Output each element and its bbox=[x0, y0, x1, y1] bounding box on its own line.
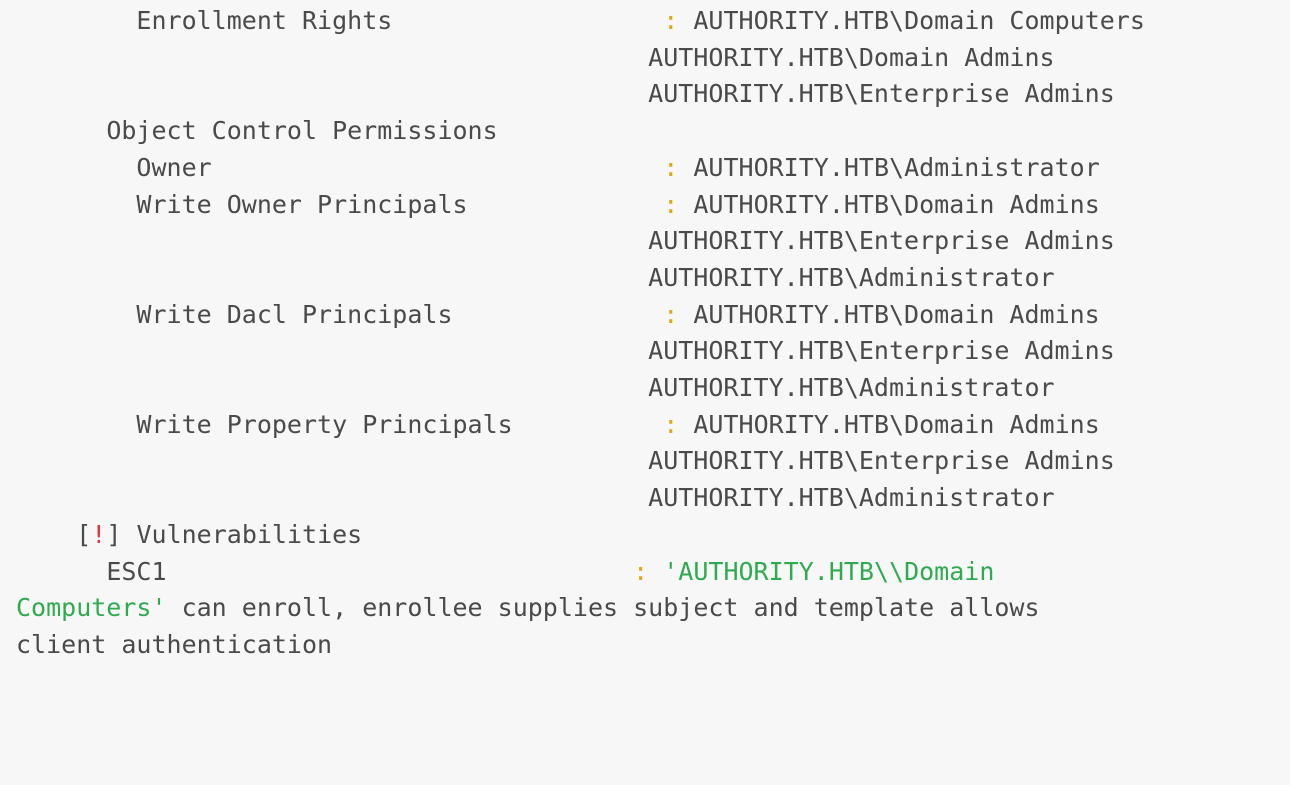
code-block: Enrollment Rights : AUTHORITY.HTB\Domain… bbox=[0, 0, 1290, 785]
separator-colon: : bbox=[663, 189, 679, 219]
field-label: Write Dacl Principals bbox=[136, 299, 453, 329]
field-value: AUTHORITY.HTB\Domain Computers bbox=[693, 6, 1145, 35]
field-value: AUTHORITY.HTB\Administrator bbox=[648, 373, 1055, 403]
field-label: ESC1 bbox=[106, 556, 167, 586]
line-write-dacl: Write Dacl Principals : AUTHORITY.HTB\Do… bbox=[16, 299, 1100, 329]
field-value: AUTHORITY.HTB\Administrator bbox=[693, 152, 1100, 182]
bracket-open: [ bbox=[76, 519, 92, 549]
field-label: Owner bbox=[136, 152, 212, 182]
field-label: Enrollment Rights bbox=[136, 6, 393, 35]
vulnerability-description: client authentication bbox=[16, 629, 333, 659]
line-continuation: AUTHORITY.HTB\Enterprise Admins bbox=[16, 336, 1115, 365]
separator-colon: : bbox=[663, 152, 679, 182]
separator-colon: : bbox=[663, 6, 679, 35]
separator-colon: : bbox=[633, 556, 649, 586]
field-label: Write Property Principals bbox=[136, 409, 513, 439]
vulnerability-string: 'AUTHORITY.HTB\\Domain bbox=[663, 556, 995, 586]
field-value: AUTHORITY.HTB\Enterprise Admins bbox=[648, 226, 1115, 256]
section-heading: Object Control Permissions bbox=[106, 116, 498, 146]
field-label: Write Owner Principals bbox=[136, 189, 468, 219]
bracket-close: ] bbox=[106, 519, 122, 549]
vulnerability-description: can enroll, enrollee supplies subject an… bbox=[181, 593, 1040, 623]
field-value: AUTHORITY.HTB\Enterprise Admins bbox=[648, 79, 1115, 109]
line-continuation: AUTHORITY.HTB\Administrator bbox=[16, 483, 1055, 513]
line-continuation: AUTHORITY.HTB\Domain Admins bbox=[16, 42, 1055, 72]
field-value: AUTHORITY.HTB\Enterprise Admins bbox=[648, 336, 1115, 366]
line-esc1: ESC1 : 'AUTHORITY.HTB\\Domain bbox=[16, 557, 994, 586]
line-write-property: Write Property Principals : AUTHORITY.HT… bbox=[16, 409, 1100, 439]
field-value: AUTHORITY.HTB\Domain Admins bbox=[693, 299, 1100, 329]
field-value: AUTHORITY.HTB\Administrator bbox=[648, 483, 1055, 513]
separator-colon: : bbox=[663, 409, 679, 439]
line-continuation: AUTHORITY.HTB\Enterprise Admins bbox=[16, 79, 1115, 108]
field-value: AUTHORITY.HTB\Enterprise Admins bbox=[648, 446, 1115, 476]
section-heading: Vulnerabilities bbox=[136, 519, 363, 549]
line-enrollment-rights: Enrollment Rights : AUTHORITY.HTB\Domain… bbox=[16, 6, 1145, 35]
line-esc1-wrap: Computers' can enroll, enrollee supplies… bbox=[16, 593, 1040, 622]
line-continuation: AUTHORITY.HTB\Administrator bbox=[16, 373, 1055, 403]
field-value: AUTHORITY.HTB\Domain Admins bbox=[693, 189, 1100, 219]
line-object-control-heading: Object Control Permissions bbox=[16, 116, 498, 146]
line-esc1-wrap: client authentication bbox=[16, 630, 332, 659]
field-value: AUTHORITY.HTB\Domain Admins bbox=[648, 42, 1055, 72]
line-owner: Owner : AUTHORITY.HTB\Administrator bbox=[16, 152, 1100, 182]
vulnerability-string: Computers' bbox=[16, 593, 167, 623]
line-vulnerabilities-heading: [!] Vulnerabilities bbox=[16, 520, 362, 549]
separator-colon: : bbox=[663, 299, 679, 329]
certipy-output: Enrollment Rights : AUTHORITY.HTB\Domain… bbox=[16, 3, 1290, 664]
line-continuation: AUTHORITY.HTB\Enterprise Admins bbox=[16, 226, 1115, 255]
line-continuation: AUTHORITY.HTB\Administrator bbox=[16, 262, 1055, 292]
line-write-owner: Write Owner Principals : AUTHORITY.HTB\D… bbox=[16, 189, 1100, 219]
line-continuation: AUTHORITY.HTB\Enterprise Admins bbox=[16, 446, 1115, 475]
alert-icon: ! bbox=[91, 519, 107, 549]
field-value: AUTHORITY.HTB\Domain Admins bbox=[693, 409, 1100, 439]
field-value: AUTHORITY.HTB\Administrator bbox=[648, 262, 1055, 292]
